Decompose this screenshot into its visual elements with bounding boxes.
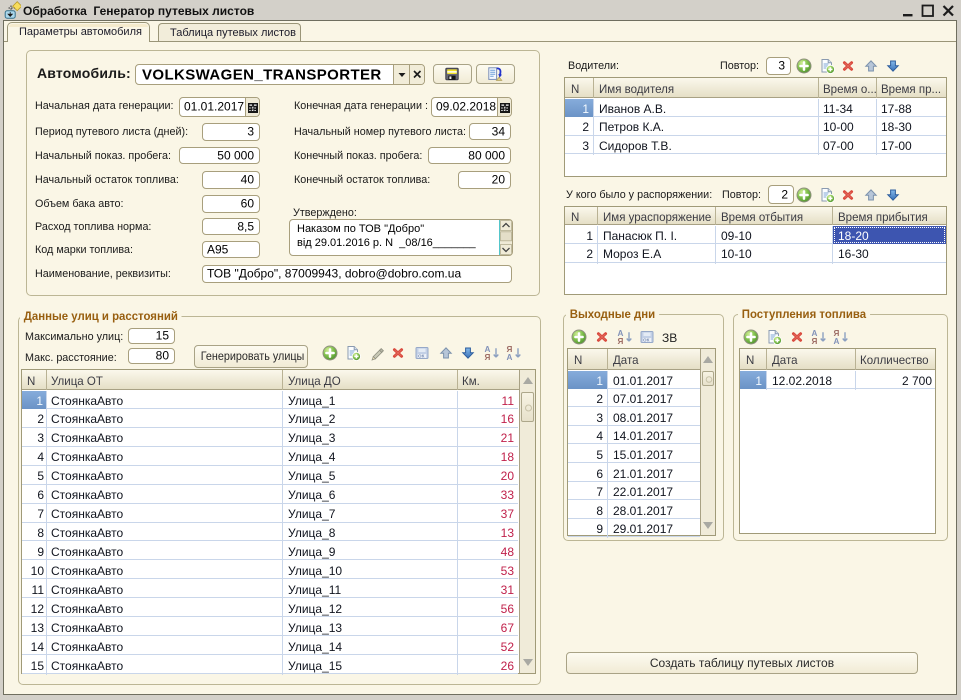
svg-text:А: А — [834, 337, 840, 345]
svg-text:Я: Я — [812, 337, 818, 345]
svg-text:ОК: ОК — [418, 354, 425, 359]
svg-text:Я: Я — [618, 337, 624, 345]
svg-text:Я: Я — [485, 353, 491, 361]
svg-text:ОК: ОК — [643, 338, 650, 343]
svg-text:А: А — [507, 353, 513, 361]
